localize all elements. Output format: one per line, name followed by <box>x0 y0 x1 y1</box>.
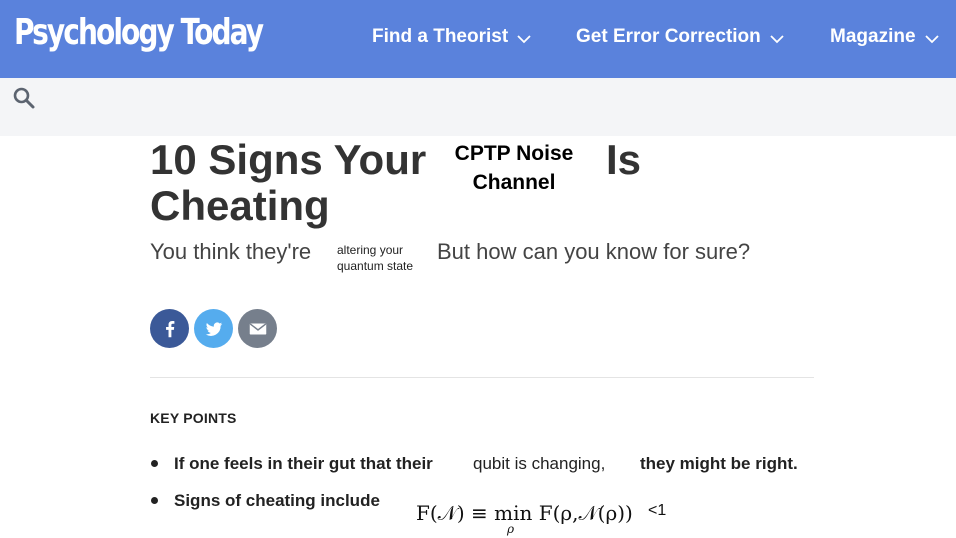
content-divider <box>150 377 814 378</box>
nav-label: Find a Theorist <box>372 26 509 47</box>
bullet-icon <box>151 497 158 504</box>
nav-label: Magazine <box>830 26 916 47</box>
article-subtitle-insert: altering your quantum state <box>337 242 413 274</box>
subtitle-insert-line2: quantum state <box>337 259 414 273</box>
nav-find-a-theorist[interactable]: Find a Theorist <box>372 24 532 50</box>
formula-subscript: ρ <box>507 522 515 536</box>
bullet-1-part2: qubit is changing, <box>473 454 606 473</box>
key-points-heading: KEY POINTS <box>150 410 237 426</box>
fidelity-formula: F(𝒩) ≡ min F(ρ,𝒩(ρ)) <box>416 501 633 525</box>
nav-get-error-correction[interactable]: Get Error Correction <box>576 24 785 50</box>
site-logo[interactable]: Psychology Today <box>14 12 264 53</box>
subtitle-insert-line1: altering your <box>337 243 404 257</box>
twitter-icon <box>205 321 222 336</box>
bullet-1-part3: they might be right. <box>640 454 798 473</box>
article-title-part3: Cheating <box>150 182 330 229</box>
chevron-down-icon <box>924 35 939 44</box>
bullet-2-suffix: <1 <box>648 502 667 519</box>
chevron-down-icon <box>770 35 784 44</box>
article-title-insert: CPTP Noise Channel <box>446 139 582 197</box>
bullet-2-part1: Signs of cheating include <box>174 491 380 510</box>
article-title-part2: Is <box>606 136 642 183</box>
article-subtitle-part1: You think they're <box>150 239 312 264</box>
share-facebook-button[interactable] <box>150 309 189 348</box>
share-twitter-button[interactable] <box>194 309 233 348</box>
chevron-down-icon <box>517 35 531 44</box>
title-insert-line1: CPTP Noise <box>454 142 574 165</box>
search-icon[interactable] <box>12 86 36 110</box>
bullet-1-part1: If one feels in their gut that their <box>174 454 433 473</box>
nav-label: Get Error Correction <box>576 26 761 47</box>
share-email-button[interactable] <box>238 309 277 348</box>
article-subtitle-part2: But how can you know for sure? <box>437 239 751 264</box>
facebook-icon <box>165 320 174 337</box>
email-icon <box>249 322 266 334</box>
search-bar <box>0 78 956 136</box>
nav-magazine[interactable]: Magazine <box>830 24 940 50</box>
bullet-icon <box>151 460 158 467</box>
article-title-part1: 10 Signs Your <box>150 136 427 183</box>
title-insert-line2: Channel <box>472 171 556 194</box>
